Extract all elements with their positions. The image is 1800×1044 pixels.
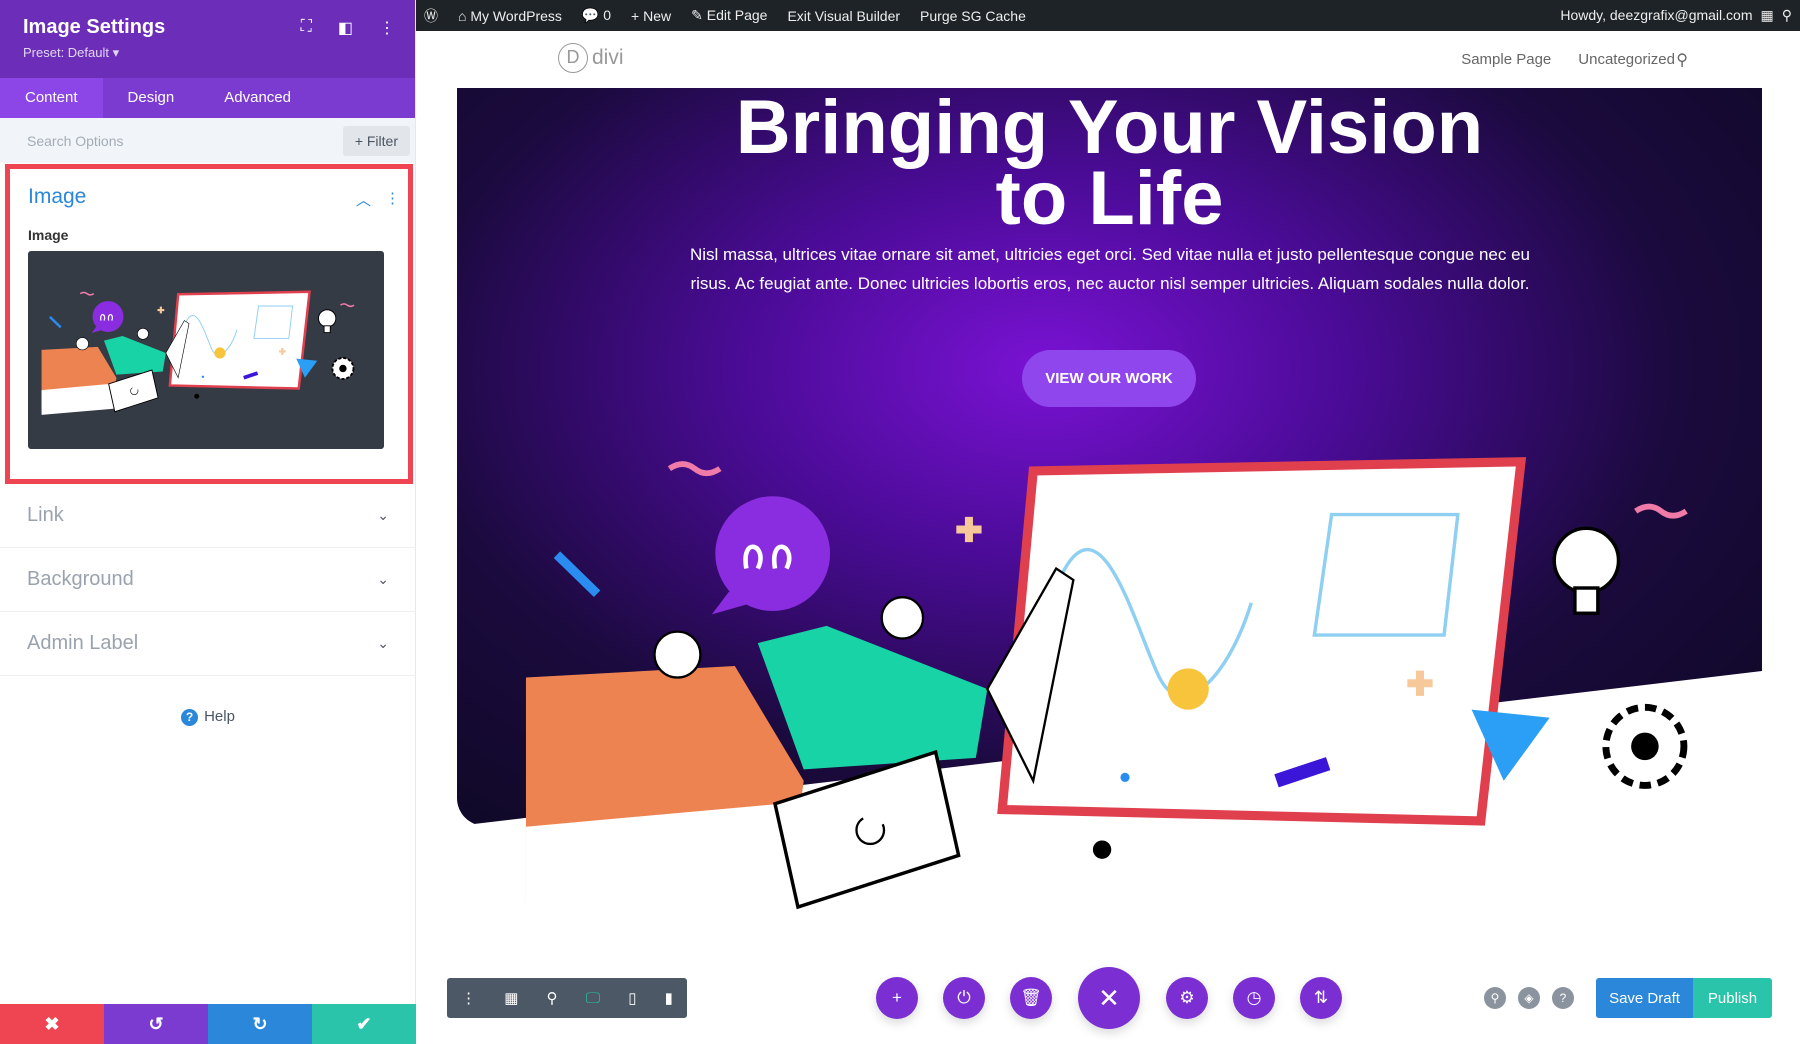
help-label: Help [204,708,235,725]
settings-tabs: Content Design Advanced [0,78,415,118]
nav-sample-page[interactable]: Sample Page [1461,51,1551,68]
nav-uncategorized[interactable]: Uncategorized [1578,51,1675,68]
image-section: Image ︿ ⋮ Image [5,164,413,484]
section-background-label: Background [27,568,134,590]
image-upload-preview[interactable] [28,251,384,449]
save-draft-button[interactable]: Save Draft [1596,978,1693,1018]
search-icon[interactable]: ⚲ [1782,7,1792,24]
settings-sidebar: Image Settings Preset: Default ▾ ⛶ ◧ ⋮ C… [0,0,416,1044]
desktop-icon[interactable]: 🖵 [586,990,600,1007]
chevron-up-icon[interactable]: ︿ [356,189,371,210]
chevron-down-icon: ⌄ [377,507,389,523]
discard-button[interactable]: ✖ [0,1004,104,1044]
tab-design[interactable]: Design [103,78,200,118]
new-link[interactable]: + New [631,8,671,24]
filter-button[interactable]: + Filter [342,125,410,156]
more-options-icon[interactable]: ⋮ [379,18,395,38]
save-settings-button[interactable]: ✔ [312,1004,416,1044]
search-options: Search Options + Filter [0,118,415,163]
section-link-label: Link [27,504,64,526]
account-menu[interactable]: Howdy, deezgrafix@gmail.com [1560,7,1752,24]
image-section-title[interactable]: Image [28,185,390,209]
image-field-label: Image [28,227,69,243]
view-mode-toolbar: ⋮ ▦ ⚲ 🖵 ▯ ▮ [447,978,687,1018]
chevron-down-icon: ⌄ [377,571,389,587]
wp-admin-bar: Ⓦ ⌂ My WordPress 💬 0 + New ✎ Edit Page E… [416,0,1800,31]
search-icon[interactable]: ⚲ [1676,50,1688,70]
section-link[interactable]: Link ⌄ [0,484,416,548]
site-logo[interactable]: Ddivi [558,43,624,73]
hero-illustration [505,448,1768,930]
section-admin-label[interactable]: Admin Label ⌄ [0,612,416,676]
wordpress-logo-icon[interactable]: Ⓦ [424,6,438,26]
tab-advanced[interactable]: Advanced [199,78,316,118]
publish-button[interactable]: Publish [1693,978,1772,1018]
section-menu-icon[interactable]: ⋮ [385,189,400,210]
split-view-icon[interactable]: ◧ [338,18,353,38]
comments-link[interactable]: 💬 0 [582,7,611,24]
sidebar-header: Image Settings Preset: Default ▾ ⛶ ◧ ⋮ [0,0,415,78]
undo-button[interactable]: ↺ [104,1004,208,1044]
tab-content[interactable]: Content [0,78,103,118]
avatar[interactable]: ▦ [1761,7,1774,24]
help-link[interactable]: ? Help [0,708,416,726]
close-icon[interactable]: ✕ [1078,967,1140,1029]
illustration-thumbnail [36,273,376,433]
view-our-work-button[interactable]: VIEW OUR WORK [1022,350,1196,407]
power-icon[interactable]: ⏻ [943,977,985,1019]
exit-visual-builder-link[interactable]: Exit Visual Builder [787,8,900,24]
help-icon[interactable]: ? [1552,987,1574,1009]
help-icon: ? [181,709,199,726]
portability-icon[interactable]: ⇅ [1300,977,1342,1019]
hero-heading-line2: to Life [995,156,1224,241]
site-link[interactable]: ⌂ My WordPress [458,8,562,24]
zoom-icon[interactable]: ⚲ [547,989,558,1007]
fullscreen-icon[interactable]: ⛶ [301,18,312,38]
divi-logo-icon: D [558,43,588,73]
site-header: Ddivi Sample Page Uncategorized ⚲ [416,31,1800,88]
more-icon[interactable]: ⋮ [461,989,476,1007]
section-background[interactable]: Background ⌄ [0,548,416,612]
chevron-down-icon: ⌄ [377,635,389,651]
preset-dropdown[interactable]: Preset: Default ▾ [23,45,392,61]
zoom-icon[interactable]: ⚲ [1484,987,1506,1009]
search-input[interactable]: Search Options [27,133,124,149]
hero-heading-line1: Bringing Your Vision [735,85,1484,170]
add-button[interactable]: + [876,977,918,1019]
redo-button[interactable]: ↻ [208,1004,312,1044]
phone-icon[interactable]: ▮ [665,989,673,1007]
edit-page-link[interactable]: ✎ Edit Page [691,7,767,24]
layers-icon[interactable]: ◈ [1518,987,1540,1009]
hero-paragraph: Nisl massa, ultrices vitae ornare sit am… [689,245,1531,293]
wireframe-icon[interactable]: ▦ [504,989,518,1007]
purge-cache-link[interactable]: Purge SG Cache [920,8,1026,24]
gear-icon[interactable]: ⚙ [1166,977,1208,1019]
tablet-icon[interactable]: ▯ [628,989,636,1007]
trash-icon[interactable]: 🗑 [1010,977,1052,1019]
section-admin-label-label: Admin Label [27,632,139,654]
sidebar-footer: ✖ ↺ ↻ ✔ [0,1004,416,1044]
history-icon[interactable]: ◷ [1233,977,1275,1019]
